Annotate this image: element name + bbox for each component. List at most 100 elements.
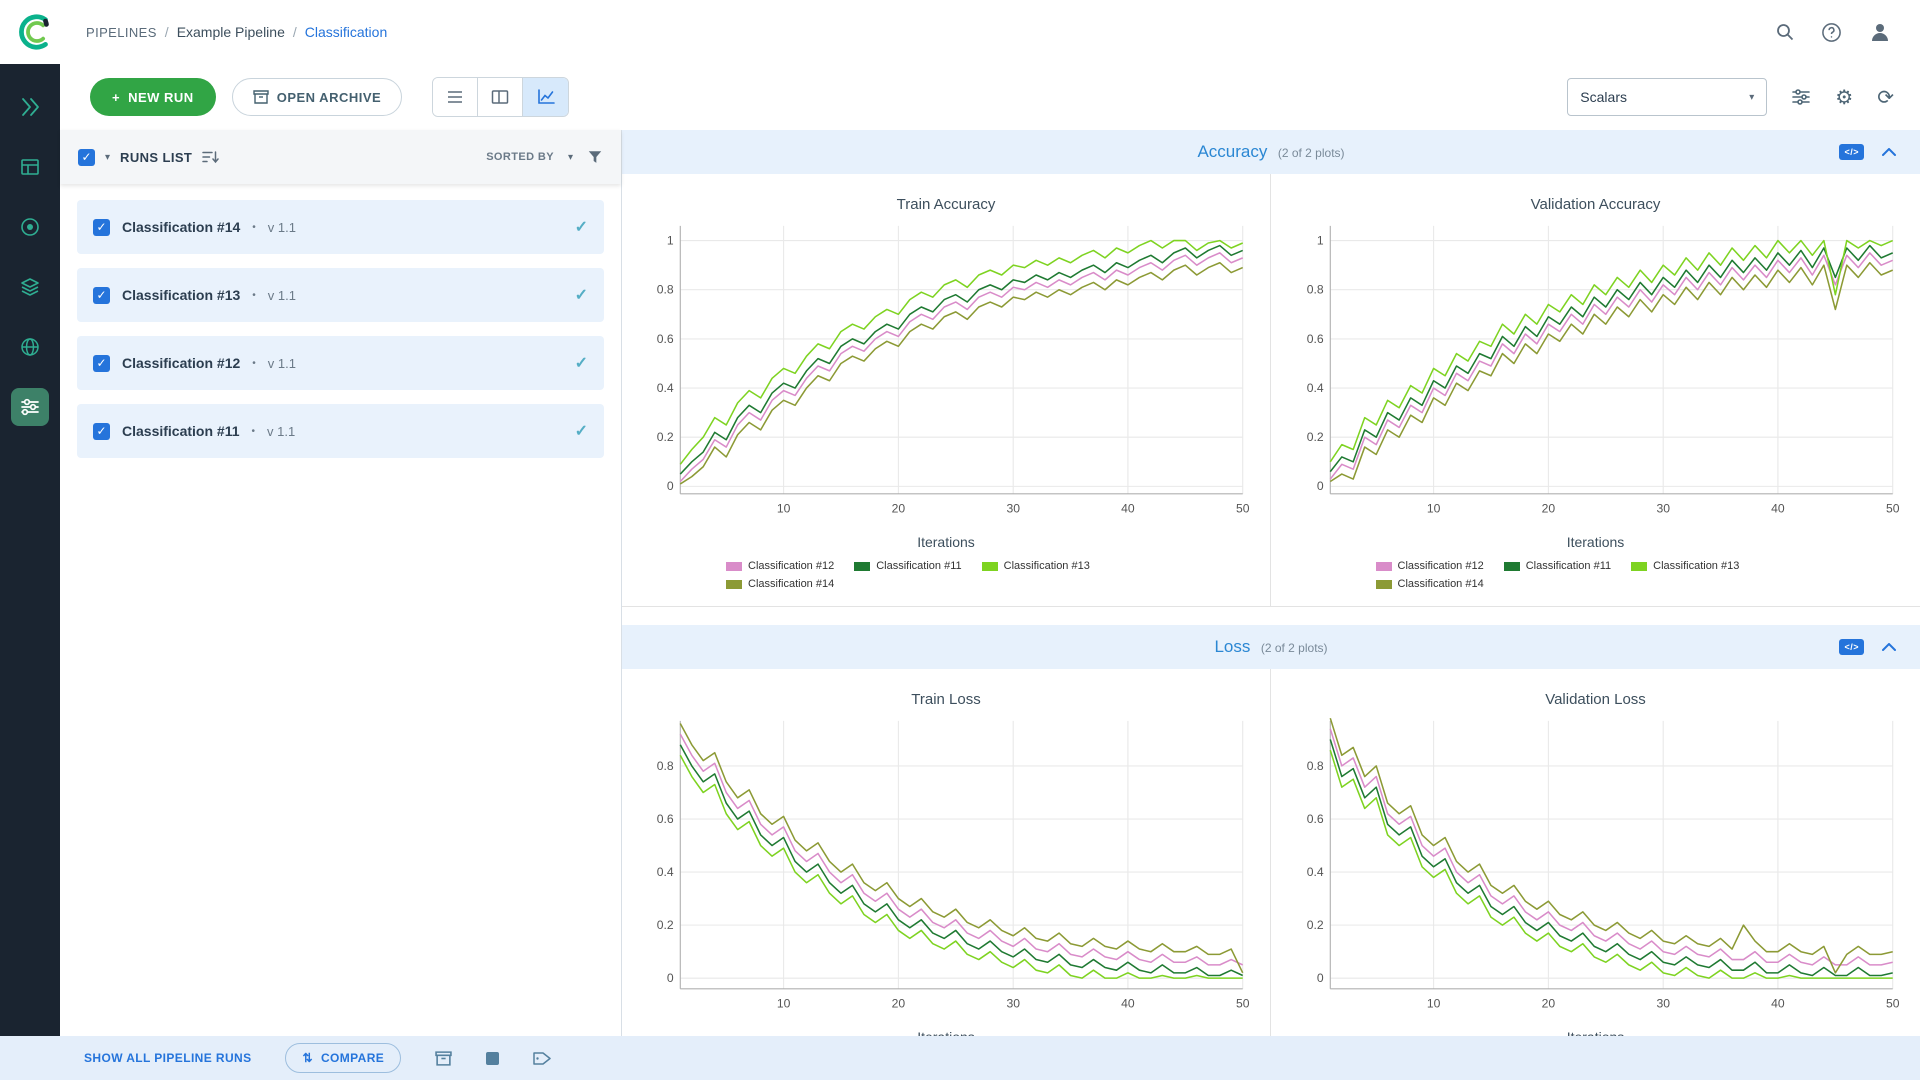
svg-text:50: 50: [1885, 502, 1899, 516]
sidebar-item-experiments[interactable]: [11, 148, 49, 186]
validation-loss-chart[interactable]: Validation Loss 10 20 30 40 50 0 0.2 0.4 0.6 0.8 …: [1271, 669, 1920, 1036]
metric-variant-value: Scalars: [1580, 89, 1627, 105]
select-all-caret-icon[interactable]: ▾: [105, 152, 110, 163]
datasets-icon: [21, 278, 39, 296]
collapse-section-icon[interactable]: [1882, 643, 1896, 651]
line-chart[interactable]: 10 20 30 40 50 0 0.2 0.4 0.6 0.8: [636, 712, 1256, 1027]
user-avatar[interactable]: [1868, 20, 1892, 44]
legend-item[interactable]: Classification #13: [1631, 560, 1739, 572]
run-row[interactable]: ✓ Classification #11 • v 1.1 ✓: [77, 404, 604, 458]
section-title: Loss: [1214, 637, 1251, 656]
run-checkbox[interactable]: ✓: [93, 218, 110, 236]
pipelines-icon: [21, 398, 39, 416]
legend-label: Classification #11: [876, 560, 962, 572]
legend-item[interactable]: Classification #12: [726, 560, 834, 572]
header-actions: [1775, 20, 1892, 44]
search-icon[interactable]: [1775, 22, 1795, 42]
chart-title: Train Accuracy: [896, 196, 996, 213]
table-view-button[interactable]: [433, 78, 479, 116]
embed-code-icon[interactable]: </>: [1839, 144, 1864, 160]
run-row[interactable]: ✓ Classification #12 • v 1.1 ✓: [77, 336, 604, 390]
legend-item[interactable]: Classification #13: [981, 560, 1090, 572]
svg-text:0.8: 0.8: [657, 283, 674, 297]
legend-label: Classification #14: [748, 578, 835, 590]
run-checkbox[interactable]: ✓: [93, 422, 110, 440]
chart-title: Train Loss: [911, 691, 981, 708]
svg-text:40: 40: [1121, 502, 1135, 516]
svg-text:0.4: 0.4: [657, 865, 674, 879]
run-name[interactable]: Classification #12: [122, 355, 240, 371]
sort-icon[interactable]: [202, 150, 219, 164]
workers-icon: [21, 218, 39, 236]
line-chart[interactable]: 10 20 30 40 50 0 0.2 0.4 0.6 0.8: [1286, 712, 1906, 1027]
compare-button[interactable]: ⇅ COMPARE: [285, 1043, 402, 1073]
svg-text:0.8: 0.8: [1306, 283, 1323, 297]
legend-swatch: [1503, 561, 1520, 571]
dot-separator: •: [252, 289, 256, 301]
run-row[interactable]: ✓ Classification #14 • v 1.1 ✓: [77, 200, 604, 254]
line-chart[interactable]: 10 20 30 40 50 0 0.2 0.4 0.6 0.8 1: [636, 217, 1256, 532]
legend-item[interactable]: Classification #14: [726, 578, 834, 590]
breadcrumb-project[interactable]: Example Pipeline: [177, 24, 285, 40]
svg-text:20: 20: [1541, 997, 1555, 1011]
sorted-by-button[interactable]: SORTED BY: [486, 151, 554, 163]
sorted-by-caret-icon[interactable]: ▾: [568, 152, 573, 163]
sidebar-item-datasets[interactable]: [11, 268, 49, 306]
accuracy-charts-row: Train Accuracy 10 20 30 40 50 0 0.2 0.4 0.6 0.8 1 …: [622, 174, 1920, 607]
breadcrumb-pipelines[interactable]: PIPELINES: [86, 25, 157, 40]
legend-label: Classification #12: [1397, 560, 1484, 572]
split-view-button[interactable]: [478, 78, 524, 116]
new-run-button[interactable]: + NEW RUN: [90, 78, 216, 116]
svg-text:0: 0: [1316, 971, 1323, 985]
run-row[interactable]: ✓ Classification #13 • v 1.1 ✓: [77, 268, 604, 322]
clearml-logo[interactable]: [12, 13, 60, 51]
legend-item[interactable]: Classification #11: [1503, 560, 1611, 572]
archive-runs-icon[interactable]: [435, 1050, 452, 1066]
train-loss-chart[interactable]: Train Loss 10 20 30 40 50 0 0.2 0.4 0.6 0.8 Itera…: [622, 669, 1271, 1036]
sidebar-item-pipelines[interactable]: [11, 388, 49, 426]
chart-x-axis-label: Iterations: [1566, 534, 1625, 550]
svg-text:30: 30: [1006, 997, 1020, 1011]
chart-x-axis-label: Iterations: [1567, 1029, 1625, 1036]
chevron-down-icon: ▾: [1749, 91, 1755, 103]
tune-settings-icon[interactable]: [1791, 87, 1811, 107]
svg-text:0.4: 0.4: [1306, 381, 1323, 395]
loss-charts-row: Train Loss 10 20 30 40 50 0 0.2 0.4 0.6 0.8 Itera…: [622, 669, 1920, 1036]
breadcrumb-separator: /: [164, 24, 169, 40]
legend-item[interactable]: Classification #11: [854, 560, 962, 572]
run-name[interactable]: Classification #13: [122, 287, 240, 303]
sidebar-item-workers[interactable]: [11, 208, 49, 246]
legend-swatch: [981, 561, 998, 571]
legend-label: Classification #14: [1397, 578, 1484, 590]
gear-icon[interactable]: ⚙: [1835, 85, 1853, 110]
open-archive-button[interactable]: OPEN ARCHIVE: [231, 78, 403, 116]
chart-view-button[interactable]: [523, 78, 569, 116]
run-checkbox[interactable]: ✓: [93, 354, 110, 372]
help-icon[interactable]: [1821, 22, 1842, 43]
svg-text:0.4: 0.4: [657, 381, 674, 395]
tags-icon[interactable]: [533, 1051, 551, 1066]
top-header: PIPELINES / Example Pipeline / Classific…: [0, 0, 1920, 64]
sidebar-item-hyperdatasets[interactable]: [11, 328, 49, 366]
run-name[interactable]: Classification #14: [122, 219, 240, 235]
legend-swatch: [1631, 561, 1648, 571]
validation-accuracy-chart[interactable]: Validation Accuracy 10 20 30 40 50 0 0.2 0.4 0.6…: [1271, 174, 1920, 606]
filter-icon[interactable]: [587, 150, 603, 165]
embed-code-icon[interactable]: </>: [1839, 639, 1864, 655]
metric-variant-select[interactable]: Scalars ▾: [1567, 78, 1768, 116]
run-version: v 1.1: [267, 423, 296, 439]
legend-item[interactable]: Classification #14: [1375, 578, 1484, 590]
run-selected-check-icon: ✓: [574, 219, 588, 236]
collapse-section-icon[interactable]: [1882, 148, 1896, 156]
abort-runs-icon[interactable]: [486, 1051, 500, 1065]
train-accuracy-chart[interactable]: Train Accuracy 10 20 30 40 50 0 0.2 0.4 0.6 0.8 1 …: [622, 174, 1271, 606]
select-all-checkbox[interactable]: ✓: [78, 148, 95, 166]
sidebar-item-projects[interactable]: [11, 88, 49, 126]
legend-item[interactable]: Classification #12: [1375, 560, 1484, 572]
auto-refresh-icon[interactable]: ⟳: [1877, 85, 1894, 110]
run-name[interactable]: Classification #11: [122, 423, 240, 439]
svg-text:20: 20: [1541, 502, 1555, 516]
run-checkbox[interactable]: ✓: [93, 286, 110, 304]
show-all-pipeline-runs-button[interactable]: SHOW ALL PIPELINE RUNS: [84, 1051, 251, 1065]
line-chart[interactable]: 10 20 30 40 50 0 0.2 0.4 0.6 0.8 1: [1286, 217, 1906, 532]
